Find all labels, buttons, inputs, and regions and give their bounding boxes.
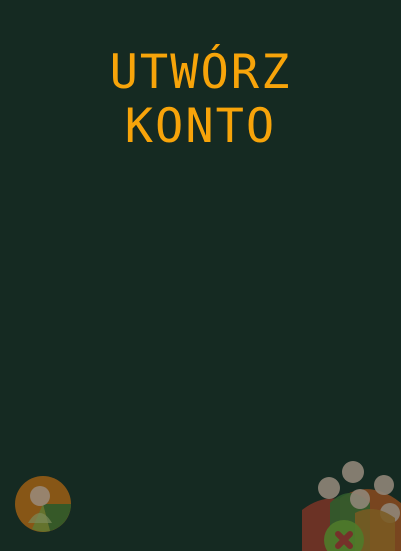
create-account-screen: UTWÓRZ KONTO: [0, 0, 401, 551]
people-group-icon: [302, 461, 401, 551]
page-title: UTWÓRZ KONTO: [0, 46, 401, 154]
people-circle-icon: [15, 476, 71, 532]
title-line-1: UTWÓRZ: [109, 45, 292, 100]
title-line-2: KONTO: [124, 99, 277, 154]
